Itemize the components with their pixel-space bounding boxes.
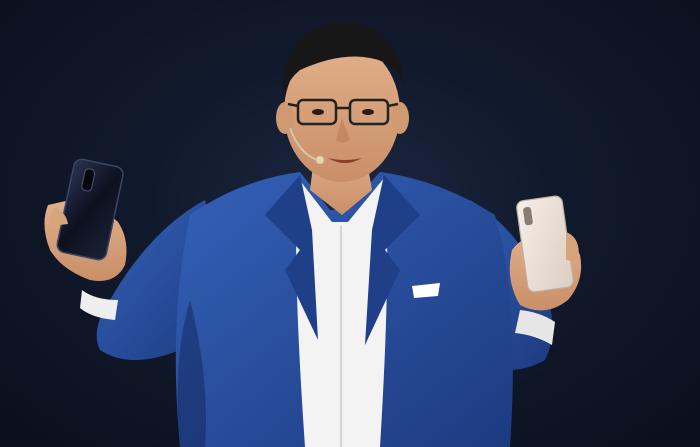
left-shirt-cuff xyxy=(80,290,118,320)
right-eye xyxy=(362,109,374,115)
right-thumb xyxy=(566,232,579,262)
mic-tip xyxy=(316,156,324,164)
left-eye xyxy=(312,109,324,115)
stage-photo xyxy=(0,0,700,447)
photo-illustration xyxy=(44,22,582,447)
right-ear xyxy=(391,102,409,134)
